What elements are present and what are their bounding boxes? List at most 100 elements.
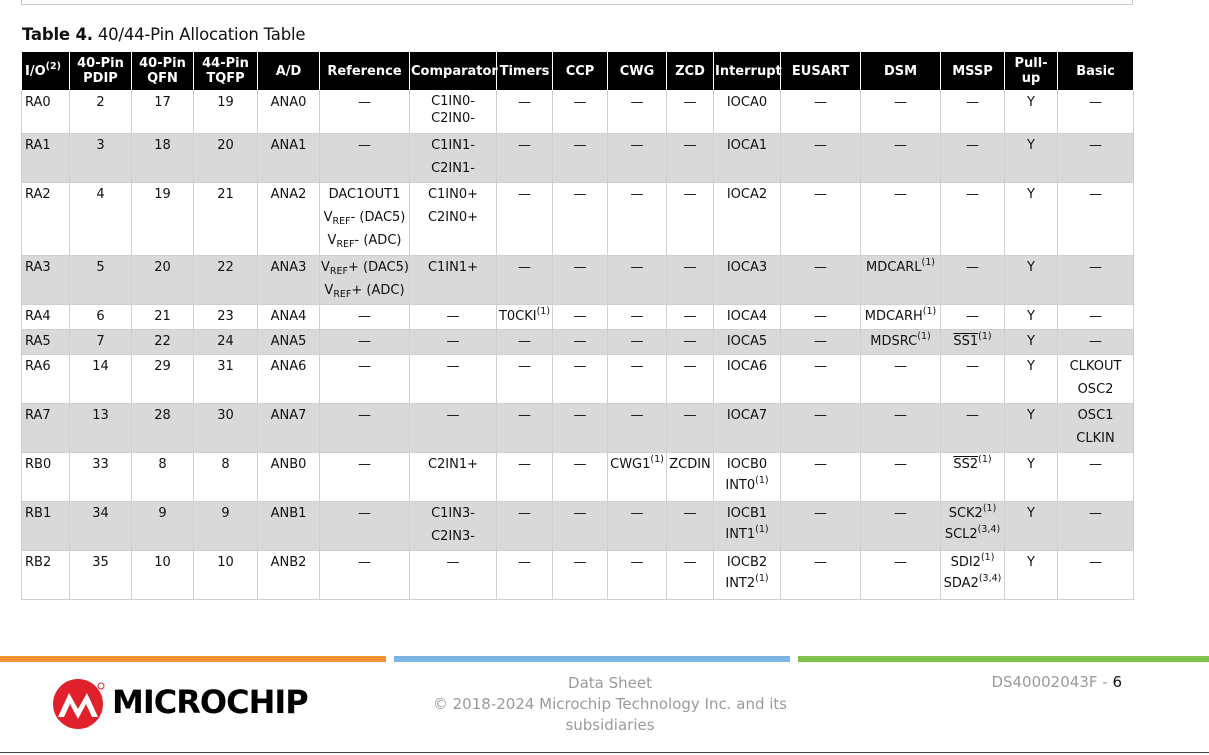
cell-pullup: Y [1004,354,1058,404]
col-basic: Basic [1057,51,1134,91]
cell-zcd: — [666,182,714,256]
cell-pullup: Y [1004,403,1058,453]
cell-basic: — [1057,329,1134,355]
cell-zcd: — [666,550,714,600]
cell-pullup: Y [1004,304,1058,330]
col-cwg: CWG [607,51,667,91]
table-row: RA6 14 29 31 ANA6 — — — — — — IOCA6 — — … [21,354,1134,404]
cell-qfn: 19 [131,182,194,256]
cell-interrupt: IOCA4 [713,304,781,330]
cell-reference: — [319,133,410,183]
cell-dsm: — [860,354,941,404]
cell-basic: CLKOUT OSC2 [1057,354,1134,404]
logo-wordmark: MICROCHIP [112,683,309,721]
bottom-rule [0,752,1209,753]
cell-cwg: — [607,255,667,305]
cell-dsm: — [860,550,941,600]
cell-comparator: — [409,354,497,404]
cell-ad: ANB0 [257,452,320,502]
cell-comparator: C1IN3- C2IN3- [409,501,497,551]
cell-tqfp: 21 [193,182,258,256]
cell-zcd: ZCDIN [666,452,714,502]
cell-mssp: SDI2(1) SDA2(3,4) [940,550,1005,600]
cell-dsm: MDCARH(1) [860,304,941,330]
cell-timers: — [496,452,553,502]
table-header-row: I/O(2) 40-Pin PDIP 40-Pin QFN 44-Pin TQFP A… [21,51,1134,91]
cell-pdip: 13 [69,403,132,453]
cell-ad: ANA6 [257,354,320,404]
cell-qfn: 21 [131,304,194,330]
cell-dsm: — [860,133,941,183]
cell-mssp: SCK2(1) SCL2(3,4) [940,501,1005,551]
cell-ad: ANB2 [257,550,320,600]
footer-doc-id: DS40002043F - 6 [940,673,1122,691]
cell-eusart: — [780,182,861,256]
footer-doc-type: Data Sheet [568,674,652,692]
cell-dsm: — [860,182,941,256]
table-row: RB0 33 8 8 ANB0 — C2IN1+ — — CWG1(1) ZCD… [21,452,1134,502]
cell-eusart: — [780,329,861,355]
cell-interrupt: IOCA3 [713,255,781,305]
cell-io: RA3 [21,255,70,305]
cell-tqfp: 9 [193,501,258,551]
cell-dsm: MDCARL(1) [860,255,941,305]
doc-id-separator: - [1097,673,1113,691]
footer-copyright: © 2018-2024 Microchip Technology Inc. an… [432,695,788,734]
cell-interrupt: IOCA7 [713,403,781,453]
cell-pdip: 35 [69,550,132,600]
cell-mssp: SS2(1) [940,452,1005,502]
pin-allocation-table: I/O(2) 40-Pin PDIP 40-Pin QFN 44-Pin TQFP A… [21,51,1134,600]
cell-interrupt: IOCA1 [713,133,781,183]
cell-ccp: — [552,550,608,600]
cell-interrupt: IOCA5 [713,329,781,355]
cell-tqfp: 8 [193,452,258,502]
cell-pdip: 3 [69,133,132,183]
cell-zcd: — [666,403,714,453]
cell-mssp: — [940,255,1005,305]
cell-cwg: — [607,182,667,256]
cell-basic: — [1057,550,1134,600]
col-timers: Timers [496,51,553,91]
cell-zcd: — [666,133,714,183]
cell-timers: — [496,403,553,453]
cell-pdip: 7 [69,329,132,355]
cell-eusart: — [780,90,861,134]
cell-io: RA6 [21,354,70,404]
table-row: RB1 34 9 9 ANB1 — C1IN3- C2IN3- — — — — I… [21,501,1134,551]
cell-qfn: 20 [131,255,194,305]
cell-ccp: — [552,255,608,305]
cell-ad: ANB1 [257,501,320,551]
cell-eusart: — [780,354,861,404]
col-ccp: CCP [552,51,608,91]
col-eusart: EUSART [780,51,861,91]
cell-ccp: — [552,304,608,330]
table-row: RA7 13 28 30 ANA7 — — — — — — IOCA7 — — … [21,403,1134,453]
cell-zcd: — [666,90,714,134]
cell-ccp: — [552,329,608,355]
table-row: RA5 7 22 24 ANA5 — — — — — — IOCA5 — MDS… [21,329,1134,355]
col-io: I/O(2) [21,51,70,91]
cell-eusart: — [780,304,861,330]
cell-comparator: — [409,403,497,453]
cell-ad: ANA5 [257,329,320,355]
cell-interrupt: IOCA0 [713,90,781,134]
cell-io: RB1 [21,501,70,551]
cell-reference: — [319,550,410,600]
cell-reference: — [319,452,410,502]
cell-qfn: 28 [131,403,194,453]
cell-mssp: — [940,403,1005,453]
cell-qfn: 22 [131,329,194,355]
cell-pullup: Y [1004,182,1058,256]
cell-cwg: — [607,90,667,134]
cell-ccp: — [552,452,608,502]
cell-tqfp: 23 [193,304,258,330]
table-caption: Table 4. 40/44-Pin Allocation Table [22,25,306,44]
cell-zcd: — [666,354,714,404]
cell-ccp: — [552,354,608,404]
cell-pdip: 5 [69,255,132,305]
cell-eusart: — [780,501,861,551]
cell-mssp: — [940,304,1005,330]
cell-eusart: — [780,403,861,453]
cell-ccp: — [552,90,608,134]
cell-cwg: — [607,329,667,355]
